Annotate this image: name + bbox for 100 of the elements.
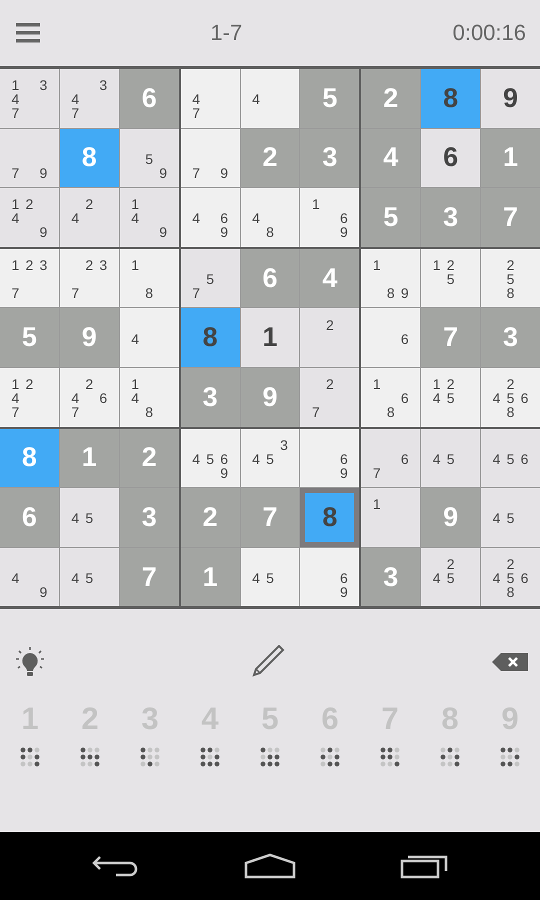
notes-cell[interactable]: 4 5 6 9 [180,428,240,488]
pencil-mark: 4 [432,391,442,406]
pencil-mark: 4 [191,211,201,226]
notes-cell[interactable]: 1 3 4 7 [0,69,59,128]
timer: 0:00:16 [452,20,526,46]
pencil-mark: 5 [506,452,516,466]
notes-cell[interactable]: 4 5 6 [481,428,540,488]
notes-cell[interactable]: 1 2 4 5 [421,368,480,427]
pencil-mark: 4 [432,452,442,466]
menu-icon[interactable] [16,23,40,43]
pencil-mark: 1 [130,377,140,392]
pencil-mark: 8 [506,286,516,300]
notes-cell[interactable]: 4 5 [481,488,540,547]
pencil-mark: 9 [38,166,48,180]
notes-cell[interactable]: 2 4 [60,188,119,247]
pencil-mark: 7 [10,286,20,300]
notes-cell[interactable]: 2 7 [300,368,360,427]
home-icon[interactable] [244,853,296,879]
pencil-mark: 1 [432,377,442,392]
pencil-mark: 1 [372,497,382,512]
pencil-mark: 4 [251,452,261,466]
notes-cell[interactable]: 3 4 7 [60,69,119,128]
notes-cell[interactable]: 1 2 4 7 [0,368,59,427]
notes-cell[interactable]: 1 8 [120,248,179,308]
pencil-mark: 5 [506,272,516,286]
level-label: 1-7 [210,20,242,46]
entered-digit-cell[interactable]: 6 [421,128,480,188]
notes-cell[interactable]: 1 6 9 [300,188,360,247]
notes-cell[interactable]: 4 7 [180,69,240,128]
notes-cell[interactable]: 1 2 5 [421,248,480,308]
pencil-mark: 6 [400,332,410,346]
erase-icon[interactable] [492,653,528,672]
notes-cell[interactable]: 2 4 5 6 8 [481,368,540,427]
notes-cell[interactable]: 2 5 8 [481,248,540,308]
pencil-mark: 7 [310,405,321,420]
notes-cell[interactable]: 3 4 5 [240,428,300,488]
notes-cell[interactable]: 1 2 4 9 [0,188,59,247]
notes-cell[interactable]: 4 8 [240,188,300,247]
notes-cell[interactable]: 2 4 5 6 8 [481,548,540,606]
pencil-mark: 5 [84,511,94,526]
notes-cell[interactable]: 5 7 [180,248,240,308]
notes-cell[interactable]: 1 6 8 [361,368,420,427]
notes-cell[interactable]: 1 4 9 [120,188,179,247]
notes-cell[interactable]: 4 9 [0,548,59,606]
entered-digit-cell[interactable]: 9 [481,69,540,128]
notes-cell[interactable]: 6 9 [300,428,360,488]
pencil-mark: 4 [251,571,261,586]
notes-cell[interactable]: 4 [240,69,300,128]
notes-cell[interactable]: 4 5 [421,428,480,488]
notes-cell[interactable]: 7 9 [0,128,59,188]
notes-cell[interactable]: 2 3 7 [60,248,119,308]
pencil-icon[interactable] [252,645,286,680]
pencil-mark: 1 [10,258,20,272]
pencil-mark: 8 [265,225,275,240]
notes-cell[interactable]: 1 4 8 [120,368,179,427]
pencil-mark: 8 [506,585,516,600]
entered-digit-cell[interactable]: 8 [300,488,360,547]
pencil-mark: 2 [446,557,456,572]
pencil-mark: 1 [10,78,20,92]
notes-cell[interactable]: 4 5 [60,488,119,547]
notes-cell[interactable]: 4 5 [60,548,119,606]
notes-cell[interactable]: 4 6 9 [180,188,240,247]
pencil-mark: 6 [338,211,349,226]
hint-bulb-icon[interactable] [14,647,46,678]
notes-cell[interactable]: 6 9 [300,548,360,606]
pencil-mark: 5 [506,511,516,526]
pencil-mark: 9 [219,466,229,480]
pencil-mark: 3 [38,78,48,92]
notes-cell[interactable]: 4 [120,308,179,367]
notes-cell[interactable]: 2 4 5 [421,548,480,606]
notes-cell[interactable]: 1 8 9 [361,248,420,308]
pencil-mark: 4 [70,92,80,106]
notes-cell[interactable]: 4 5 [240,548,300,606]
pencil-mark: 5 [265,571,275,586]
notes-cell[interactable]: 6 [361,308,420,367]
notes-cell[interactable]: 7 9 [180,128,240,188]
pencil-mark: 4 [432,571,442,586]
entered-digit-cell[interactable]: 8 [421,69,480,128]
notes-cell[interactable]: 6 7 [361,428,420,488]
notes-cell[interactable]: 2 [300,308,360,367]
pencil-mark: 1 [372,258,382,272]
pencil-mark: 5 [446,272,456,286]
notes-cell[interactable]: 5 9 [120,128,179,188]
pencil-mark: 6 [520,391,530,406]
entered-digit-cell[interactable]: 1 [240,308,300,367]
pencil-mark: 2 [446,258,456,272]
pencil-mark: 8 [386,405,396,420]
back-icon[interactable] [92,853,140,879]
recent-apps-icon[interactable] [400,853,448,879]
notes-cell[interactable]: 1 2 3 7 [0,248,59,308]
notes-cell[interactable]: 1 [361,488,420,547]
entered-digit-cell[interactable]: 8 [180,308,240,367]
pencil-mark: 6 [219,211,229,226]
pencil-mark: 2 [324,318,335,332]
pencil-mark: 5 [446,452,456,466]
notes-cell[interactable]: 2 4 6 7 [60,368,119,427]
pencil-mark: 9 [38,225,48,240]
pencil-mark: 4 [10,211,20,226]
pencil-mark: 4 [70,391,80,406]
pencil-mark: 2 [506,557,516,572]
